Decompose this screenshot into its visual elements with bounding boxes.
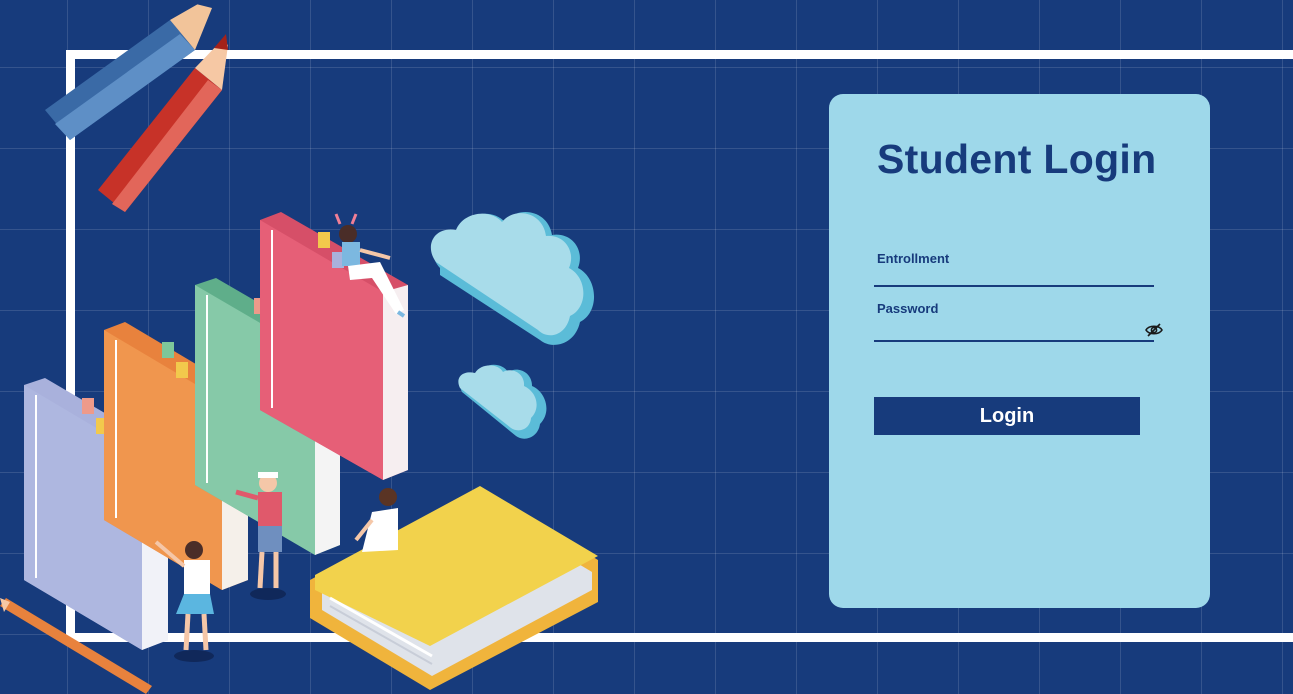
book-yellow-open bbox=[310, 486, 598, 690]
enrollment-input[interactable] bbox=[877, 264, 1130, 282]
education-illustration bbox=[0, 0, 598, 694]
enrollment-field: Entrollment bbox=[874, 249, 1154, 287]
login-button[interactable]: Login bbox=[874, 397, 1140, 435]
cloud-large bbox=[430, 212, 595, 345]
password-label: Password bbox=[877, 301, 939, 316]
password-field: Password bbox=[874, 299, 1163, 342]
password-input[interactable] bbox=[877, 319, 1130, 337]
login-card: Student Login Entrollment Password Login bbox=[829, 94, 1210, 608]
login-title: Student Login bbox=[877, 136, 1157, 182]
woman-sitting-reading bbox=[354, 488, 398, 552]
cloud-small bbox=[458, 364, 547, 439]
eye-slash-icon[interactable] bbox=[1145, 323, 1163, 337]
